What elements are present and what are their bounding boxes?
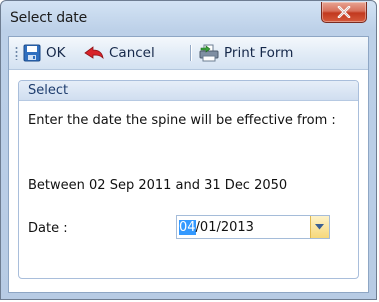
date-value[interactable]: 04/01/2013 — [179, 220, 254, 235]
cancel-button[interactable]: Cancel — [84, 42, 155, 64]
select-group: Select Enter the date the spine will be … — [18, 80, 359, 279]
ok-label: OK — [46, 45, 66, 61]
print-form-label: Print Form — [224, 45, 294, 61]
date-range-text: Between 02 Sep 2011 and 31 Dec 2050 — [28, 178, 288, 193]
dropdown-arrow-icon — [315, 224, 324, 230]
toolbar: OK Cancel Print Form — [9, 37, 368, 70]
dialog-client-area: OK Cancel Print Form Select Enter the da… — [8, 36, 369, 293]
group-header: Select — [19, 81, 358, 101]
window-title: Select date — [10, 10, 88, 26]
ok-button[interactable]: OK — [23, 42, 65, 64]
close-icon — [337, 6, 351, 18]
toolbar-grip[interactable] — [15, 46, 18, 60]
toolbar-separator — [190, 45, 191, 61]
date-value-rest: /01/2013 — [195, 220, 254, 235]
date-picker-field[interactable]: 04/01/2013 — [176, 215, 330, 239]
cancel-label: Cancel — [109, 45, 155, 61]
dialog-window: Select date OK Cancel Print Form Select … — [0, 0, 377, 300]
date-dropdown-button[interactable] — [310, 216, 329, 238]
title-bar[interactable]: Select date — [1, 1, 376, 35]
cancel-arrow-icon — [84, 46, 104, 60]
print-form-icon — [199, 44, 219, 62]
close-button[interactable] — [321, 2, 367, 23]
date-label: Date : — [28, 221, 68, 236]
instruction-text: Enter the date the spine will be effecti… — [28, 113, 336, 128]
date-day-selection: 04 — [179, 220, 196, 235]
save-icon — [23, 44, 41, 62]
print-form-button[interactable]: Print Form — [199, 42, 293, 64]
